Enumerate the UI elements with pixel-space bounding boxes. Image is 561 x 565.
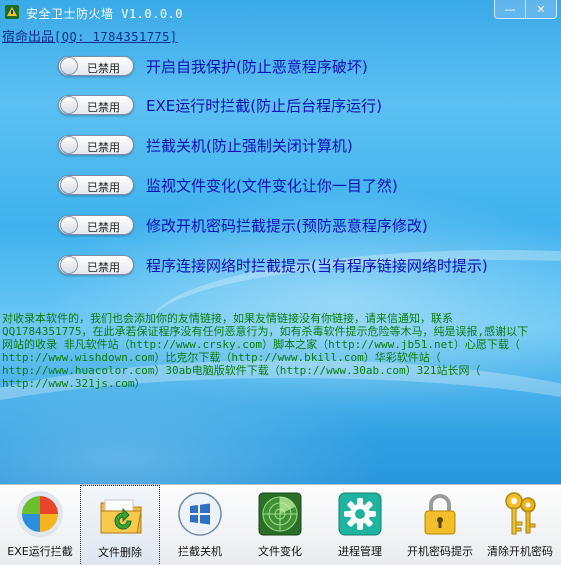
toolbar-exe-intercept[interactable]: EXE运行拦截: [0, 485, 80, 565]
toggle-knob: [60, 96, 78, 114]
minimize-icon: —: [504, 2, 516, 16]
author-qq: [QQ: 1784351775]: [54, 30, 178, 44]
toolbar-clear-boot-password[interactable]: 清除开机密码: [480, 485, 560, 565]
exe-intercept-toggle[interactable]: 已禁用: [58, 95, 134, 115]
toggle-knob: [60, 176, 78, 194]
toggle-state: 已禁用: [87, 101, 120, 114]
option-label: 监视文件变化(文件变化让你一目了然): [146, 176, 398, 195]
toolbar-label: 清除开机密码: [487, 545, 553, 558]
gear-icon: [336, 490, 384, 538]
toolbar-label: 文件变化: [258, 545, 302, 558]
toggle-state: 已禁用: [87, 261, 120, 274]
option-label: 开启自我保护(防止恶意程序破坏): [146, 57, 368, 76]
boot-password-alert-toggle[interactable]: 已禁用: [58, 215, 134, 235]
option-self-protection: 已禁用 开启自我保护(防止恶意程序破坏): [58, 55, 368, 77]
toggle-state: 已禁用: [87, 141, 120, 154]
network-alert-toggle[interactable]: 已禁用: [58, 255, 134, 275]
toggle-knob: [60, 136, 78, 154]
option-label: EXE运行时拦截(防止后台程序运行): [146, 96, 382, 115]
toggle-state: 已禁用: [87, 62, 120, 75]
option-label: 拦截关机(防止强制关闭计算机): [146, 136, 353, 155]
toolbar-label: EXE运行拦截: [7, 545, 73, 558]
bottom-toolbar: EXE运行拦截 文件删除 拦截关机 文件变化 进程管理 开机密码提示 清除开机密…: [0, 484, 561, 565]
toolbar-boot-password-alert[interactable]: 开机密码提示: [400, 485, 480, 565]
title-bar[interactable]: 安全卫士防火墙 V1.0.0.0 — ✕: [0, 0, 561, 24]
radar-scan-icon: [256, 490, 304, 538]
toggle-knob: [60, 256, 78, 274]
author-name: 宿命出品: [2, 30, 55, 45]
toolbar-label: 开机密码提示: [407, 545, 473, 558]
window-title: 安全卫士防火墙 V1.0.0.0: [26, 7, 184, 21]
folder-restore-icon: [97, 491, 145, 539]
toolbar-label: 拦截关机: [178, 545, 222, 558]
notice-line: http://www.wishdown.com）比克尔下载（http://www…: [2, 351, 441, 364]
option-label: 程序连接网络时拦截提示(当有程序链接网络时提示): [146, 256, 488, 275]
author-credit[interactable]: 宿命出品[QQ: 1784351775]: [2, 26, 178, 45]
shield-firewall-icon: [4, 4, 20, 20]
minimize-button[interactable]: —: [495, 0, 525, 18]
keys-icon: [496, 490, 544, 538]
notice-line: http://www.321js.com）: [2, 377, 146, 390]
toggle-state: 已禁用: [87, 221, 120, 234]
option-file-monitor: 已禁用 监视文件变化(文件变化让你一目了然): [58, 174, 398, 196]
close-icon: ✕: [536, 2, 546, 16]
toggle-knob: [60, 57, 78, 75]
toolbar-label: 进程管理: [338, 545, 382, 558]
toolbar-process-manager[interactable]: 进程管理: [320, 485, 400, 565]
inclusion-notice: 对收录本软件的，我们也会添加你的友情链接，如果友情链接没有你链接，请来信通知，联…: [2, 312, 558, 390]
close-button[interactable]: ✕: [525, 0, 556, 18]
app-window: 安全卫士防火墙 V1.0.0.0 — ✕ 宿命出品[QQ: 1784351775…: [0, 0, 561, 565]
option-network-alert: 已禁用 程序连接网络时拦截提示(当有程序链接网络时提示): [58, 254, 488, 276]
windows-logo-icon: [176, 490, 224, 538]
notice-line: http://www.huacolor.com）30ab电脑版软件下载（http…: [2, 364, 481, 377]
toolbar-file-delete[interactable]: 文件删除: [80, 485, 160, 565]
self-protection-toggle[interactable]: 已禁用: [58, 56, 134, 76]
toolbar-label: 文件删除: [98, 546, 142, 559]
option-shutdown-intercept: 已禁用 拦截关机(防止强制关闭计算机): [58, 134, 353, 156]
toggle-knob: [60, 216, 78, 234]
toolbar-shutdown-intercept[interactable]: 拦截关机: [160, 485, 240, 565]
padlock-icon: [416, 490, 464, 538]
file-monitor-toggle[interactable]: 已禁用: [58, 175, 134, 195]
windows-orb-icon: [16, 490, 64, 538]
toolbar-file-change[interactable]: 文件变化: [240, 485, 320, 565]
shutdown-intercept-toggle[interactable]: 已禁用: [58, 135, 134, 155]
option-exe-intercept: 已禁用 EXE运行时拦截(防止后台程序运行): [58, 94, 382, 116]
option-label: 修改开机密码拦截提示(预防恶意程序修改): [146, 216, 428, 235]
notice-line: 对收录本软件的，我们也会添加你的友情链接，如果友情链接没有你链接，请来信通知，联…: [2, 312, 453, 325]
toggle-state: 已禁用: [87, 181, 120, 194]
option-boot-password-alert: 已禁用 修改开机密码拦截提示(预防恶意程序修改): [58, 214, 428, 236]
notice-line: 网站的收录 非凡软件站（http://www.crsky.com）脚本之家（ht…: [2, 338, 520, 351]
window-controls: — ✕: [494, 0, 557, 19]
notice-line: QQ1784351775，在此承若保证程序没有任何恶意行为，如有杀毒软件提示危险…: [2, 325, 529, 338]
